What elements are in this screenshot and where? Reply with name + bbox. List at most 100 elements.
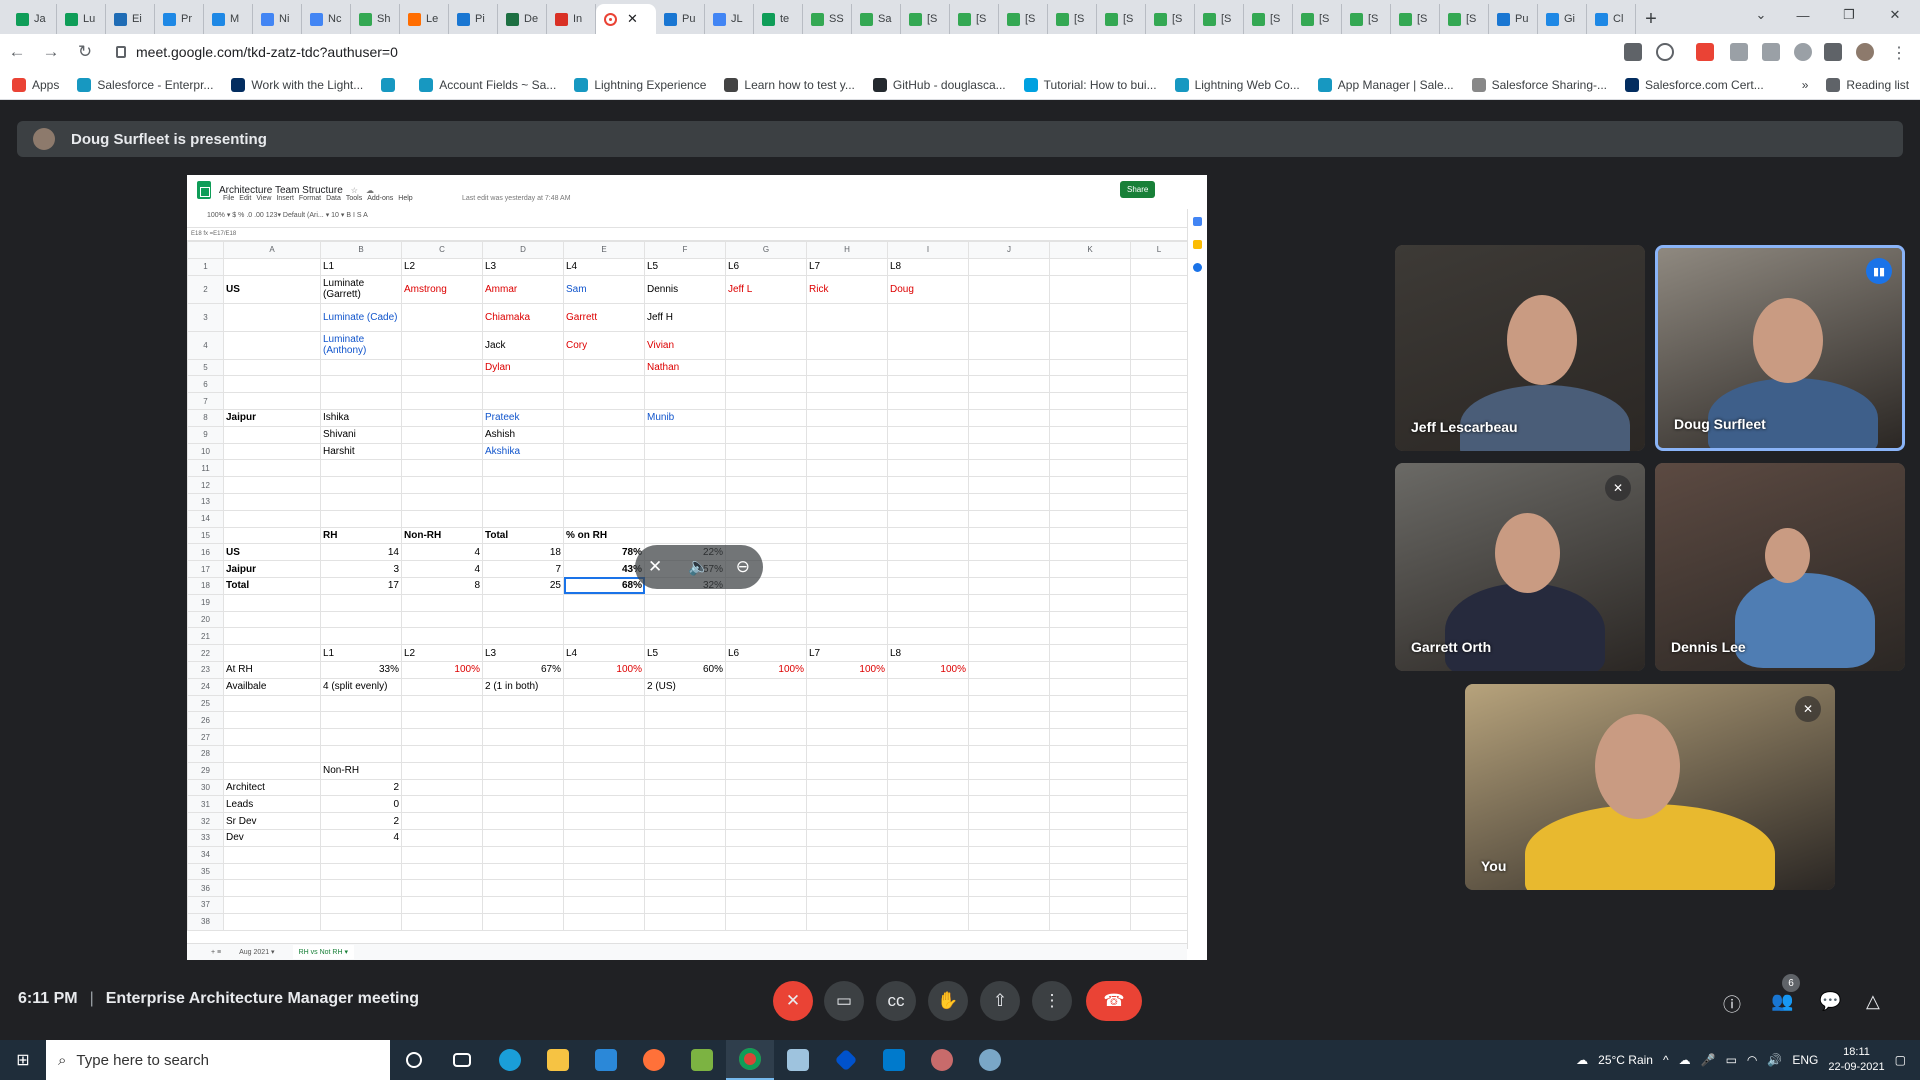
task-view-icon[interactable] xyxy=(438,1040,486,1080)
menu-icon[interactable]: ⋮ xyxy=(1890,43,1908,62)
bookmark-item[interactable]: Lightning Web Co... xyxy=(1174,77,1300,92)
bookmark-item[interactable]: Tutorial: How to bui... xyxy=(1023,77,1157,92)
browser-tab[interactable]: De xyxy=(498,4,547,34)
notepad-plus-icon[interactable] xyxy=(678,1040,726,1080)
close-tab-icon[interactable]: ✕ xyxy=(627,11,638,27)
maximize-icon[interactable]: ❐ xyxy=(1826,0,1872,30)
browser-tab[interactable]: Sh xyxy=(351,4,400,34)
raise-hand-button[interactable]: ✋ xyxy=(928,981,968,1021)
app-icon[interactable] xyxy=(774,1040,822,1080)
browser-tab[interactable]: [S xyxy=(1048,4,1097,34)
present-button[interactable]: ⇧ xyxy=(980,981,1020,1021)
camera-icon[interactable] xyxy=(1624,43,1642,61)
browser-tab[interactable]: Pr xyxy=(155,4,204,34)
bookmark-item[interactable]: Salesforce - Enterpr... xyxy=(77,77,213,92)
people-icon[interactable]: 👥 xyxy=(1771,991,1793,1012)
edge-icon[interactable] xyxy=(486,1040,534,1080)
taskbar-search-box[interactable]: ⌕ Type here to search xyxy=(46,1040,390,1080)
cortana-icon[interactable] xyxy=(390,1040,438,1080)
omnibox[interactable]: meet.google.com/tkd-zatz-tdc?authuser=0 xyxy=(108,38,1688,66)
app-icon[interactable] xyxy=(966,1040,1014,1080)
forward-icon[interactable]: → xyxy=(34,42,68,62)
extension-icon[interactable] xyxy=(1696,43,1714,61)
volume-icon[interactable]: 🔈 xyxy=(688,557,709,577)
bookmark-item[interactable]: Salesforce Sharing-... xyxy=(1471,77,1607,92)
browser-tab-active[interactable]: ✕ xyxy=(596,4,656,34)
browser-tab[interactable]: Pu xyxy=(1489,4,1538,34)
app-icon[interactable] xyxy=(918,1040,966,1080)
browser-tab[interactable]: In xyxy=(547,4,596,34)
browser-tab[interactable]: [S xyxy=(1391,4,1440,34)
puzzle-icon[interactable] xyxy=(1824,43,1842,61)
pin-icon[interactable]: ✕ xyxy=(648,557,662,577)
mic-off-button[interactable]: ✕ xyxy=(773,981,813,1021)
browser-tab[interactable]: [S xyxy=(1195,4,1244,34)
profile-avatar[interactable] xyxy=(1856,43,1874,61)
close-window-icon[interactable]: ✕ xyxy=(1872,0,1918,30)
participant-tile-self[interactable]: ✕ You xyxy=(1465,684,1835,890)
weather-icon[interactable]: ☁ xyxy=(1576,1053,1588,1067)
bookmark-item[interactable]: Learn how to test y... xyxy=(724,77,855,92)
browser-tab[interactable]: [S xyxy=(1440,4,1489,34)
battery-icon[interactable]: ▭ xyxy=(1726,1053,1737,1067)
weather-text[interactable]: 25°C Rain xyxy=(1598,1053,1653,1067)
notifications-icon[interactable]: ▢ xyxy=(1895,1053,1906,1067)
extension-icon[interactable] xyxy=(1794,43,1812,61)
remove-icon[interactable]: ⊖ xyxy=(736,557,750,577)
volume-icon[interactable]: 🔊 xyxy=(1767,1053,1782,1067)
bookmark-item[interactable]: Reading list xyxy=(1826,77,1909,92)
microphone-icon[interactable]: 🎤 xyxy=(1701,1053,1716,1067)
participant-tile-speaking[interactable]: ▮▮ Doug Surfleet xyxy=(1655,245,1905,451)
store-icon[interactable] xyxy=(582,1040,630,1080)
bookmark-item[interactable]: Apps xyxy=(12,77,59,92)
browser-tab[interactable]: [S xyxy=(1342,4,1391,34)
browser-tab[interactable]: [S xyxy=(1244,4,1293,34)
bookmark-item[interactable] xyxy=(381,77,401,92)
browser-tab[interactable]: [S xyxy=(1146,4,1195,34)
participant-tile[interactable]: Dennis Lee xyxy=(1655,463,1905,671)
browser-tab[interactable]: M xyxy=(204,4,253,34)
browser-tab[interactable]: [S xyxy=(901,4,950,34)
new-tab-icon[interactable]: + xyxy=(1636,4,1666,34)
browser-tab[interactable]: Ja xyxy=(8,4,57,34)
extension-icon[interactable] xyxy=(1762,43,1780,61)
camera-button[interactable]: ▭ xyxy=(824,981,864,1021)
browser-tab[interactable]: Gi xyxy=(1538,4,1587,34)
sourcetree-icon[interactable] xyxy=(822,1040,870,1080)
star-icon[interactable] xyxy=(1656,43,1674,61)
bookmark-item[interactable]: Work with the Light... xyxy=(231,77,363,92)
browser-tab[interactable]: [S xyxy=(999,4,1048,34)
bookmark-item[interactable]: GitHub - douglasca... xyxy=(872,77,1006,92)
browser-tab[interactable]: Ni xyxy=(253,4,302,34)
bookmark-item[interactable]: » xyxy=(1782,78,1809,92)
info-icon[interactable]: ⓘ xyxy=(1723,991,1741,1017)
browser-tab[interactable]: [S xyxy=(950,4,999,34)
minimize-icon[interactable]: — xyxy=(1780,0,1826,30)
extension-icon[interactable] xyxy=(1730,43,1748,61)
back-icon[interactable]: ← xyxy=(0,42,34,62)
language-indicator[interactable]: ENG xyxy=(1792,1053,1818,1067)
browser-tab[interactable]: Sa xyxy=(852,4,901,34)
tab-search-icon[interactable]: ⌄ xyxy=(1738,0,1784,30)
browser-tab[interactable]: SS xyxy=(803,4,852,34)
browser-tab[interactable]: Pi xyxy=(449,4,498,34)
captions-button[interactable]: cc xyxy=(876,981,916,1021)
bookmark-item[interactable]: Lightning Experience xyxy=(574,77,706,92)
browser-tab[interactable]: Pu xyxy=(656,4,705,34)
bookmark-item[interactable]: Account Fields ~ Sa... xyxy=(419,77,556,92)
browser-tab[interactable]: JL xyxy=(705,4,754,34)
browser-tab[interactable]: Nc xyxy=(302,4,351,34)
windows-start-icon[interactable]: ⊞ xyxy=(0,1040,46,1080)
reload-icon[interactable]: ↻ xyxy=(68,42,102,62)
more-options-button[interactable]: ⋮ xyxy=(1032,981,1072,1021)
bookmark-item[interactable]: App Manager | Sale... xyxy=(1317,77,1454,92)
chrome-icon[interactable] xyxy=(726,1040,774,1080)
browser-tab[interactable]: Cl xyxy=(1587,4,1636,34)
participant-tile[interactable]: Jeff Lescarbeau xyxy=(1395,245,1645,451)
end-call-button[interactable]: ☎ xyxy=(1086,981,1142,1021)
browser-tab[interactable]: Lu xyxy=(57,4,106,34)
wifi-icon[interactable]: ◠ xyxy=(1747,1053,1757,1067)
bookmark-item[interactable]: Salesforce.com Cert... xyxy=(1625,77,1764,92)
participant-tile[interactable]: ✕ Garrett Orth xyxy=(1395,463,1645,671)
browser-tab[interactable]: [S xyxy=(1293,4,1342,34)
